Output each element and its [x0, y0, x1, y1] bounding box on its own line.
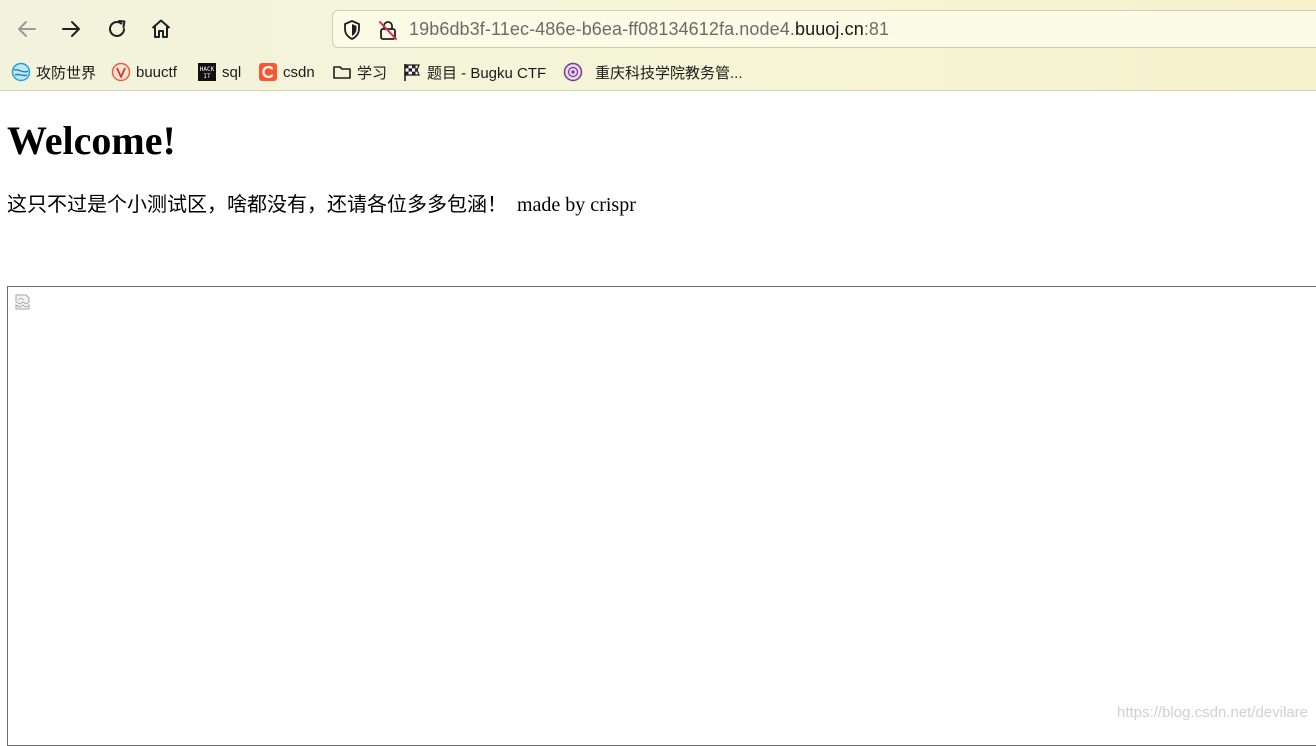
svg-text:IT: IT: [203, 73, 211, 80]
forward-button[interactable]: [56, 14, 86, 44]
svg-text:HACK: HACK: [200, 66, 215, 73]
school-icon: [563, 62, 583, 82]
bookmark-label: sql: [222, 63, 242, 81]
bookmark-adworld[interactable]: 攻防世界: [11, 60, 96, 84]
bookmark-label: 学习: [357, 64, 388, 82]
bookmark-label: 题目 - Bugku CTF: [427, 64, 547, 82]
bookmark-buuctf[interactable]: buuctf: [111, 60, 177, 84]
bookmark-label: csdn: [283, 63, 315, 81]
description-chinese: 这只不过是个小测试区，啥都没有，还请各位多多包涵！: [7, 194, 507, 216]
back-button[interactable]: [12, 14, 42, 44]
arrow-right-icon: [62, 21, 80, 37]
bookmark-label: buuctf: [136, 63, 177, 81]
broken-image-icon: [15, 294, 30, 310]
bookmark-cqust[interactable]: 重庆科技学院教务管...: [563, 60, 743, 84]
hackit-icon: HACK IT: [197, 62, 217, 82]
bookmark-label: 攻防世界: [36, 64, 97, 82]
url-port: :81: [863, 19, 890, 39]
page-title: Welcome!: [7, 118, 176, 163]
watermark: https://blog.csdn.net/devilare: [1117, 704, 1308, 721]
page-content: Welcome! 这只不过是个小测试区，啥都没有，还请各位多多包涵！ made …: [0, 91, 1316, 746]
bookmarks-bar: 攻防世界 buuctf HACK IT sql csdn 学习 题目 - Bug…: [0, 58, 1316, 86]
url-text[interactable]: 19b6db3f-11ec-486e-b6ea-ff08134612fa.nod…: [409, 19, 889, 40]
csdn-icon: [258, 62, 278, 82]
browser-toolbar: 19b6db3f-11ec-486e-b6ea-ff08134612fa.nod…: [0, 6, 1316, 52]
folder-icon: [332, 62, 352, 82]
description-author: made by crispr: [517, 194, 636, 216]
url-host: buuoj.cn: [794, 19, 864, 39]
bookmark-label: 重庆科技学院教务管...: [595, 64, 743, 82]
adworld-icon: [11, 62, 31, 82]
broken-image-frame: [7, 286, 1316, 746]
home-icon: [151, 19, 171, 38]
bookmark-sql[interactable]: HACK IT sql: [197, 60, 241, 84]
reload-button[interactable]: [102, 14, 132, 44]
bookmark-folder-study[interactable]: 学习: [332, 60, 387, 84]
bookmark-csdn[interactable]: csdn: [258, 60, 315, 84]
arrow-left-icon: [18, 21, 36, 37]
reload-icon: [109, 20, 126, 37]
url-bar[interactable]: 19b6db3f-11ec-486e-b6ea-ff08134612fa.nod…: [332, 10, 1316, 48]
home-button[interactable]: [146, 14, 176, 44]
shield-icon[interactable]: [342, 19, 362, 41]
insecure-lock-icon[interactable]: [377, 19, 399, 41]
bookmark-bugku[interactable]: 题目 - Bugku CTF: [402, 60, 546, 84]
bugku-flag-icon: [402, 62, 422, 82]
url-prefix: 19b6db3f-11ec-486e-b6ea-ff08134612fa.nod…: [409, 19, 795, 39]
buuctf-icon: [111, 62, 131, 82]
page-description: 这只不过是个小测试区，啥都没有，还请各位多多包涵！ made by crispr: [7, 191, 636, 219]
browser-chrome: 19b6db3f-11ec-486e-b6ea-ff08134612fa.nod…: [0, 0, 1316, 91]
